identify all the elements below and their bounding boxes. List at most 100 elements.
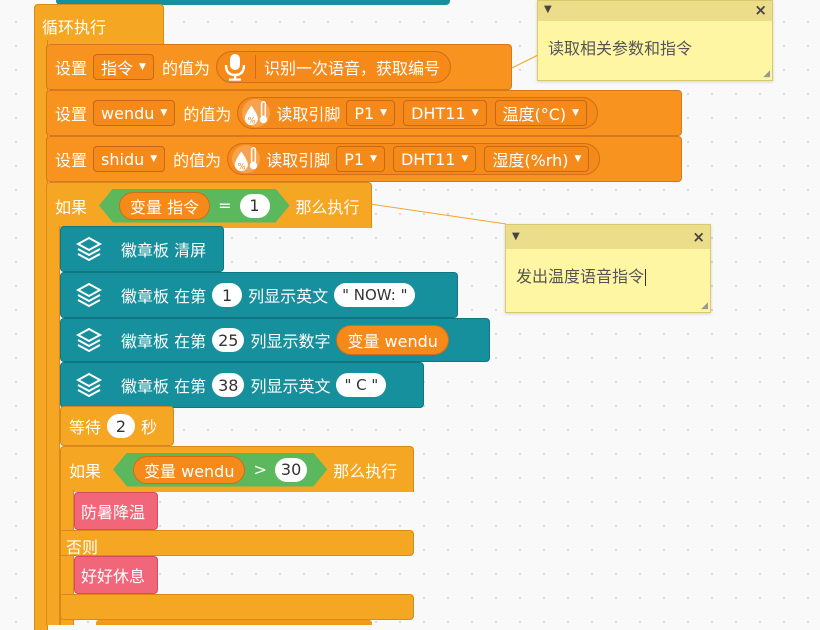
then-label: 那么执行 <box>295 197 360 217</box>
note-text[interactable]: 读取相关参数和指令 <box>538 21 772 73</box>
compare-condition[interactable]: 变量 指令 = 1 <box>99 189 290 223</box>
note-header[interactable]: ▼ × <box>506 225 710 249</box>
sensor-value: DHT11 <box>400 149 456 169</box>
dropdown-caret-icon: ▼ <box>574 154 582 164</box>
set-label: 设置 <box>55 59 88 78</box>
measure-dropdown[interactable]: 温度(°C) ▼ <box>494 100 588 126</box>
sensor-dropdown[interactable]: DHT11 ▼ <box>392 146 477 172</box>
read-pin-label: 读取引脚 <box>276 105 341 124</box>
wait-block[interactable]: 等待 2 秒 <box>60 406 174 446</box>
microphone-icon <box>221 53 249 81</box>
measure-dropdown[interactable]: 湿度(%rh) ▼ <box>484 146 590 172</box>
set-wendu-block[interactable]: 设置 wendu ▼ 的值为 % 读取引脚 P1 ▼ DHT11 ▼ 温度(°C) ▼ <box>46 90 682 136</box>
badge-action: 列显示英文 <box>250 377 331 396</box>
badge-action: 列显示数字 <box>250 332 331 351</box>
measure-value: 温度(°C) <box>502 105 567 124</box>
variable-dropdown[interactable]: wendu ▼ <box>93 100 176 126</box>
badge-show-text-block[interactable]: 徽章板 在第 38 列显示英文 " C " <box>60 362 424 408</box>
loop-label: 循环执行 <box>42 18 107 37</box>
column-input[interactable]: 38 <box>212 373 245 397</box>
next-block-edge <box>96 620 372 625</box>
dropdown-caret-icon: ▼ <box>150 154 158 164</box>
dropdown-caret-icon: ▼ <box>572 108 580 118</box>
number-input[interactable]: 1 <box>240 194 270 218</box>
badge-clear-block[interactable]: 徽章板 清屏 <box>60 226 224 272</box>
badge-prefix: 徽章板 在第 <box>121 287 207 306</box>
pin-dropdown[interactable]: P1 ▼ <box>346 100 396 126</box>
badge-clear-label: 徽章板 清屏 <box>121 241 207 260</box>
note-text[interactable]: 发出温度语音指令 <box>506 249 710 301</box>
then-label: 那么执行 <box>333 461 398 481</box>
if-label: 如果 <box>55 197 88 217</box>
voice-action-label: 识别一次语音，获取编号 <box>263 59 440 78</box>
dropdown-caret-icon: ▼ <box>370 154 377 164</box>
if-temperature-block[interactable]: 如果 变量 wendu > 30 那么执行 <box>60 446 414 492</box>
variable-dropdown[interactable]: shidu ▼ <box>93 146 166 172</box>
voice-rest-block[interactable]: 好好休息 <box>74 556 158 594</box>
comment-note[interactable]: ▼ × 读取相关参数和指令 ◢ <box>537 0 773 81</box>
if-command-block[interactable]: 如果 变量 指令 = 1 那么执行 <box>46 182 372 228</box>
compare-condition[interactable]: 变量 wendu > 30 <box>113 453 327 487</box>
close-icon[interactable]: × <box>692 228 705 246</box>
voice-cool-label: 防暑降温 <box>81 503 146 522</box>
badge-action: 列显示英文 <box>248 287 329 306</box>
temperature-humidity-icon: % <box>242 99 271 127</box>
column-input[interactable]: 1 <box>212 283 243 307</box>
dropdown-caret-icon: ▼ <box>160 108 168 118</box>
read-pin-label: 读取引脚 <box>266 151 331 170</box>
variable-name: shidu <box>101 149 145 169</box>
variable-reporter[interactable]: 变量 wendu <box>133 456 245 484</box>
badge-show-text-block[interactable]: 徽章板 在第 1 列显示英文 " NOW: " <box>60 272 458 318</box>
resize-handle-icon[interactable]: ◢ <box>763 69 770 79</box>
if-command-arm <box>46 226 60 625</box>
text-input[interactable]: " C " <box>336 373 387 397</box>
dht11-read-block[interactable]: % 读取引脚 P1 ▼ DHT11 ▼ 温度(°C) ▼ <box>237 97 599 129</box>
column-input[interactable]: 25 <box>212 328 245 352</box>
layers-icon <box>69 275 109 315</box>
voice-rest-label: 好好休息 <box>81 567 146 586</box>
operator: = <box>218 196 232 215</box>
if-label: 如果 <box>69 461 102 481</box>
pin-value: P1 <box>344 149 365 169</box>
layers-icon <box>69 365 109 405</box>
pin-value: P1 <box>354 103 375 123</box>
note-header[interactable]: ▼ × <box>538 1 772 21</box>
sensor-value: DHT11 <box>411 103 466 123</box>
comment-note[interactable]: ▼ × 发出温度语音指令 ◢ <box>505 224 711 313</box>
badge-show-number-block[interactable]: 徽章板 在第 25 列显示数字 变量 wendu <box>60 318 490 362</box>
number-input[interactable]: 30 <box>275 458 307 482</box>
text-input[interactable]: " NOW: " <box>334 283 416 307</box>
measure-value: 湿度(%rh) <box>492 151 569 170</box>
text-caret <box>645 269 647 286</box>
value-label: 的值为 <box>161 59 210 78</box>
set-label: 设置 <box>55 151 88 170</box>
dropdown-caret-icon: ▼ <box>380 108 388 118</box>
set-label: 设置 <box>55 105 88 124</box>
variable-reporter[interactable]: 变量 指令 <box>119 192 210 220</box>
variable-reporter[interactable]: 变量 wendu <box>336 325 449 355</box>
else-label: 否则 <box>66 538 99 557</box>
else-bar <box>60 530 414 556</box>
set-command-block[interactable]: 设置 指令 ▼ 的值为 识别一次语音，获取编号 <box>46 44 512 90</box>
note-text-content: 发出温度语音指令 <box>516 267 645 286</box>
close-icon[interactable]: × <box>754 1 767 19</box>
seconds-input[interactable]: 2 <box>107 414 136 438</box>
if-temperature-bottom <box>60 594 414 620</box>
resize-handle-icon[interactable]: ◢ <box>701 301 708 311</box>
dropdown-caret-icon: ▼ <box>471 108 479 118</box>
layers-icon <box>69 229 109 269</box>
set-shidu-block[interactable]: 设置 shidu ▼ 的值为 % 读取引脚 P1 ▼ DHT11 ▼ 湿度(%rh) ▼ <box>46 136 682 182</box>
divider <box>254 55 256 79</box>
sensor-dropdown[interactable]: DHT11 ▼ <box>403 100 487 126</box>
temperature-humidity-icon: % <box>232 145 261 173</box>
collapse-arrow-icon[interactable]: ▼ <box>512 231 520 242</box>
collapse-arrow-icon[interactable]: ▼ <box>544 4 552 15</box>
voice-cool-block[interactable]: 防暑降温 <box>74 492 158 530</box>
voice-recognize-block[interactable]: 识别一次语音，获取编号 <box>215 51 451 83</box>
seconds-unit: 秒 <box>141 418 158 437</box>
pin-dropdown[interactable]: P1 ▼ <box>336 146 385 172</box>
svg-text:%: % <box>248 115 256 125</box>
variable-dropdown[interactable]: 指令 ▼ <box>93 54 154 80</box>
dht11-read-block[interactable]: % 读取引脚 P1 ▼ DHT11 ▼ 湿度(%rh) ▼ <box>227 143 601 175</box>
variable-name: 指令 <box>101 59 134 78</box>
